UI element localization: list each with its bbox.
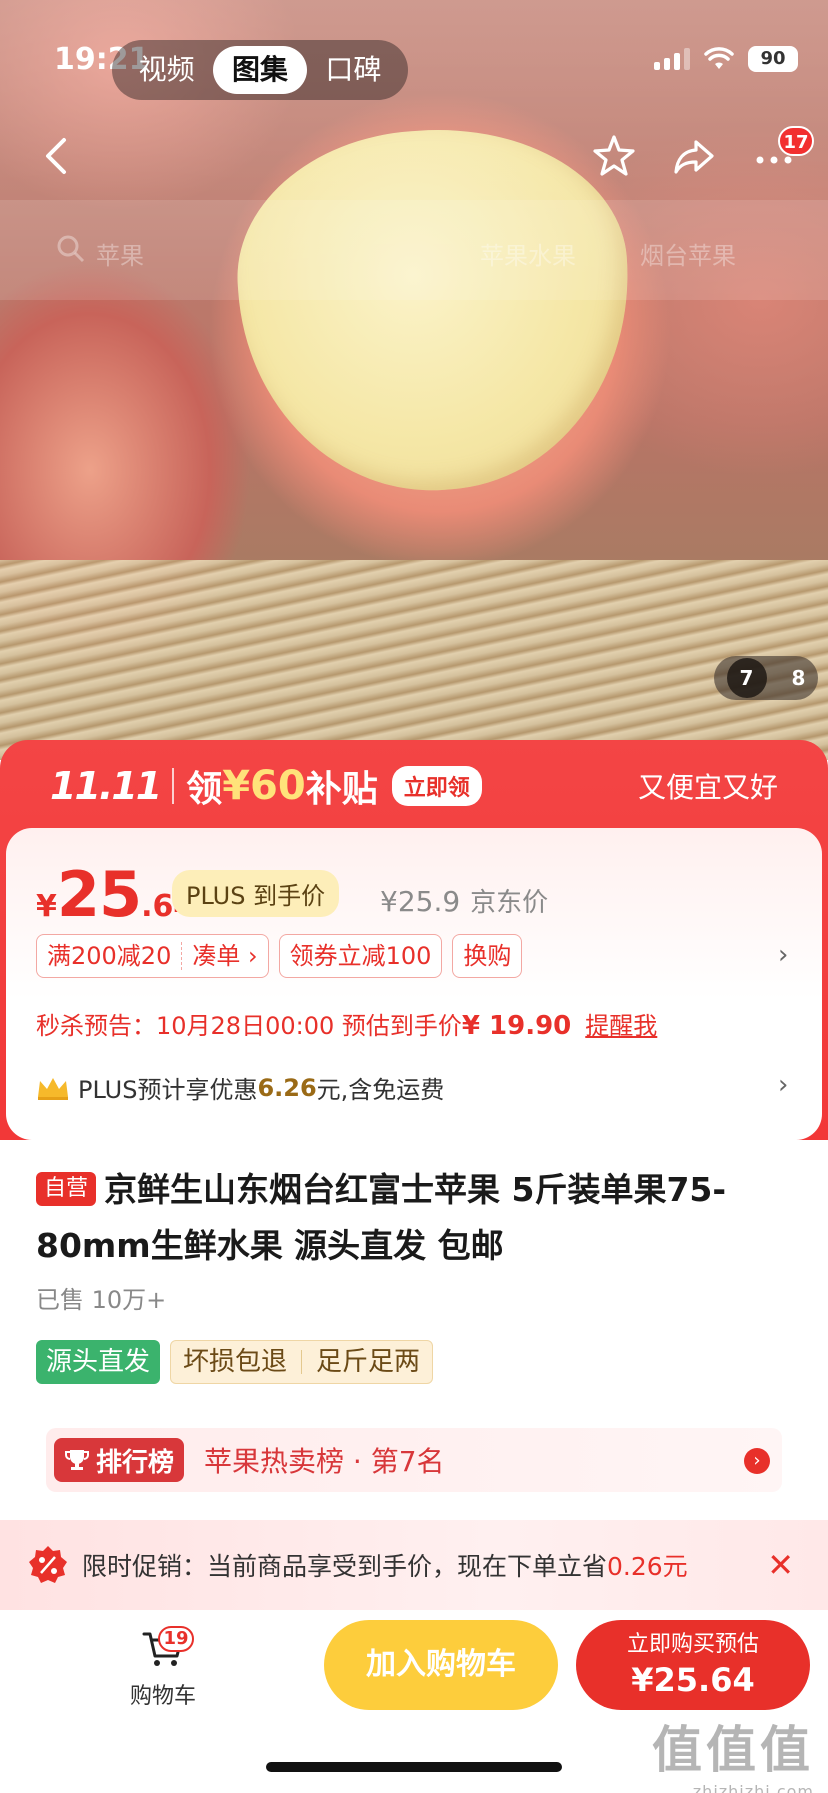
coupon-row[interactable]: 满200减20 凑单 › 领券立减100 换购: [36, 934, 523, 978]
home-indicator[interactable]: [266, 1762, 562, 1772]
close-icon[interactable]: ✕: [767, 1546, 794, 1584]
coupon-full-reduce-label: 满200减20: [47, 942, 172, 970]
sold-count: 已售 10万+: [36, 1286, 167, 1314]
coupon-dash: [181, 942, 183, 970]
current-price: ¥ 25 .64: [36, 858, 194, 931]
chevron-right-icon[interactable]: ›: [778, 940, 788, 970]
search-icon: [57, 235, 85, 263]
promo-amount: ¥60: [222, 763, 306, 809]
claim-subsidy-button[interactable]: 立即领: [391, 766, 482, 806]
ranking-badge-label: 排行榜: [96, 1447, 175, 1478]
product-image[interactable]: [0, 0, 828, 760]
jd-reference-price: ¥25.9 京东价: [380, 882, 548, 919]
price-currency: ¥: [36, 889, 57, 924]
buy-now-label: 立即购买预估: [626, 1632, 759, 1657]
pager-current: 7: [726, 658, 767, 698]
discount-icon: [29, 1546, 67, 1583]
jd-price-label: 京东价: [470, 888, 549, 918]
plus-prefix: PLUS预计享优惠: [78, 1076, 258, 1104]
price-integer: 25: [56, 858, 142, 931]
seckill-middle: 预估到手价: [341, 1012, 462, 1040]
service-tags: 源头直发 坏损包退 足斤足两: [36, 1340, 434, 1384]
promo-saving: 0.26元: [607, 1552, 688, 1581]
plus-price-tag: PLUS 到手价: [172, 870, 340, 917]
tag-separator: [301, 1350, 303, 1374]
cart-label: 购物车: [129, 1684, 196, 1709]
tag-guarantees[interactable]: 坏损包退 足斤足两: [170, 1340, 434, 1384]
tab-reviews[interactable]: 口碑: [307, 46, 400, 94]
trophy-icon: [65, 1450, 89, 1470]
faded-search-bar: 苹果 苹果水果 烟台苹果: [0, 200, 828, 300]
promo-text: 限时促销：当前商品享受到手价，现在下单立省0.26元: [82, 1547, 688, 1583]
gallery-pager: 7 8: [714, 656, 818, 700]
pager-total: 8: [791, 666, 806, 690]
search-placeholder: 苹果: [96, 242, 144, 270]
ranking-badge: 排行榜: [54, 1438, 185, 1482]
media-tabs: 视频 图集 口碑: [112, 40, 408, 100]
plus-amount: 6.26: [257, 1073, 317, 1102]
search-suggest-1: 苹果水果: [480, 242, 576, 270]
back-icon[interactable]: [34, 132, 82, 180]
ranking-arrow-icon[interactable]: ›: [744, 1448, 770, 1474]
status-indicators: 90: [654, 46, 798, 72]
ranking-text: 苹果热卖榜 · 第7名: [204, 1445, 445, 1478]
cart-button[interactable]: 19 购物车: [120, 1626, 206, 1710]
cellular-signal-icon: [654, 48, 690, 70]
add-to-cart-button[interactable]: 加入购物车: [324, 1620, 558, 1710]
remind-me-link[interactable]: 提醒我: [585, 1012, 657, 1040]
battery-level: 90: [748, 46, 798, 72]
jd-price-value: ¥25.9: [380, 885, 461, 918]
coupon-trade-in[interactable]: 换购: [452, 934, 523, 978]
watermark-logo: 值值值: [652, 1721, 814, 1779]
plus-suffix: 元,含免运费: [316, 1076, 445, 1104]
site-watermark: 值值值 zhizhizhi.com: [652, 1710, 814, 1793]
favorite-star-icon[interactable]: [590, 132, 638, 180]
crown-icon: [38, 1077, 68, 1100]
product-title-text: 京鲜生山东烟台红富士苹果 5斤装单果75-80mm生鲜水果 源头直发 包邮: [36, 1170, 727, 1265]
flash-sale-preview: 秒杀预告：10月28日00:00 预估到手价¥ 19.90 提醒我: [36, 1006, 657, 1041]
coupon-full-reduce[interactable]: 满200减20 凑单 ›: [36, 934, 269, 978]
promo-slogan: 又便宜又好: [637, 771, 778, 804]
promo-banner[interactable]: 11.11 领 ¥60 补贴 立即领 又便宜又好: [0, 740, 828, 832]
tag-damage-refund: 坏损包退: [183, 1347, 288, 1377]
basket-image-detail: [0, 560, 828, 760]
cart-count-badge: 19: [158, 1626, 194, 1652]
tab-video[interactable]: 视频: [120, 46, 213, 94]
double-eleven-logo: 11.11: [50, 764, 162, 808]
add-on-link[interactable]: 凑单 ›: [192, 936, 257, 976]
tag-direct-from-source: 源头直发: [36, 1340, 161, 1384]
watermark-url: zhizhizhi.com: [692, 1782, 814, 1793]
product-title: 自营 京鲜生山东烟台红富士苹果 5斤装单果75-80mm生鲜水果 源头直发 包邮: [36, 1162, 796, 1274]
seckill-prefix: 秒杀预告：: [36, 1012, 156, 1040]
self-operated-tag: 自营: [36, 1172, 97, 1206]
plus-discount-line[interactable]: PLUS预计享优惠 6.26 元,含免运费: [36, 1070, 444, 1105]
promo-text-suffix: 补贴: [305, 769, 378, 810]
tag-full-weight: 足斤足两: [316, 1347, 421, 1377]
promo-text-prefix: 领: [186, 769, 223, 810]
message-badge: 17: [778, 126, 814, 156]
buy-now-button[interactable]: 立即购买预估 ¥25.64: [576, 1620, 810, 1710]
seckill-price: ¥ 19.90: [461, 1011, 572, 1041]
limited-promo-banner[interactable]: 限时促销：当前商品享受到手价，现在下单立省0.26元 ✕: [0, 1520, 828, 1610]
tab-gallery[interactable]: 图集: [213, 46, 307, 94]
promo-text-prefix: 限时促销：当前商品享受到手价，现在下单立省: [82, 1552, 608, 1581]
wifi-icon: [704, 47, 734, 69]
seckill-time: 10月28日00:00: [156, 1012, 335, 1040]
share-icon[interactable]: [670, 132, 718, 180]
search-suggest-2: 烟台苹果: [640, 242, 736, 270]
promo-divider: [172, 768, 175, 804]
coupon-instant-reduce[interactable]: 领券立减100: [278, 934, 443, 978]
chevron-right-icon[interactable]: ›: [778, 1070, 788, 1100]
buy-now-price: ¥25.64: [631, 1661, 755, 1699]
ranking-bar[interactable]: 排行榜 苹果热卖榜 · 第7名 ›: [46, 1428, 782, 1492]
